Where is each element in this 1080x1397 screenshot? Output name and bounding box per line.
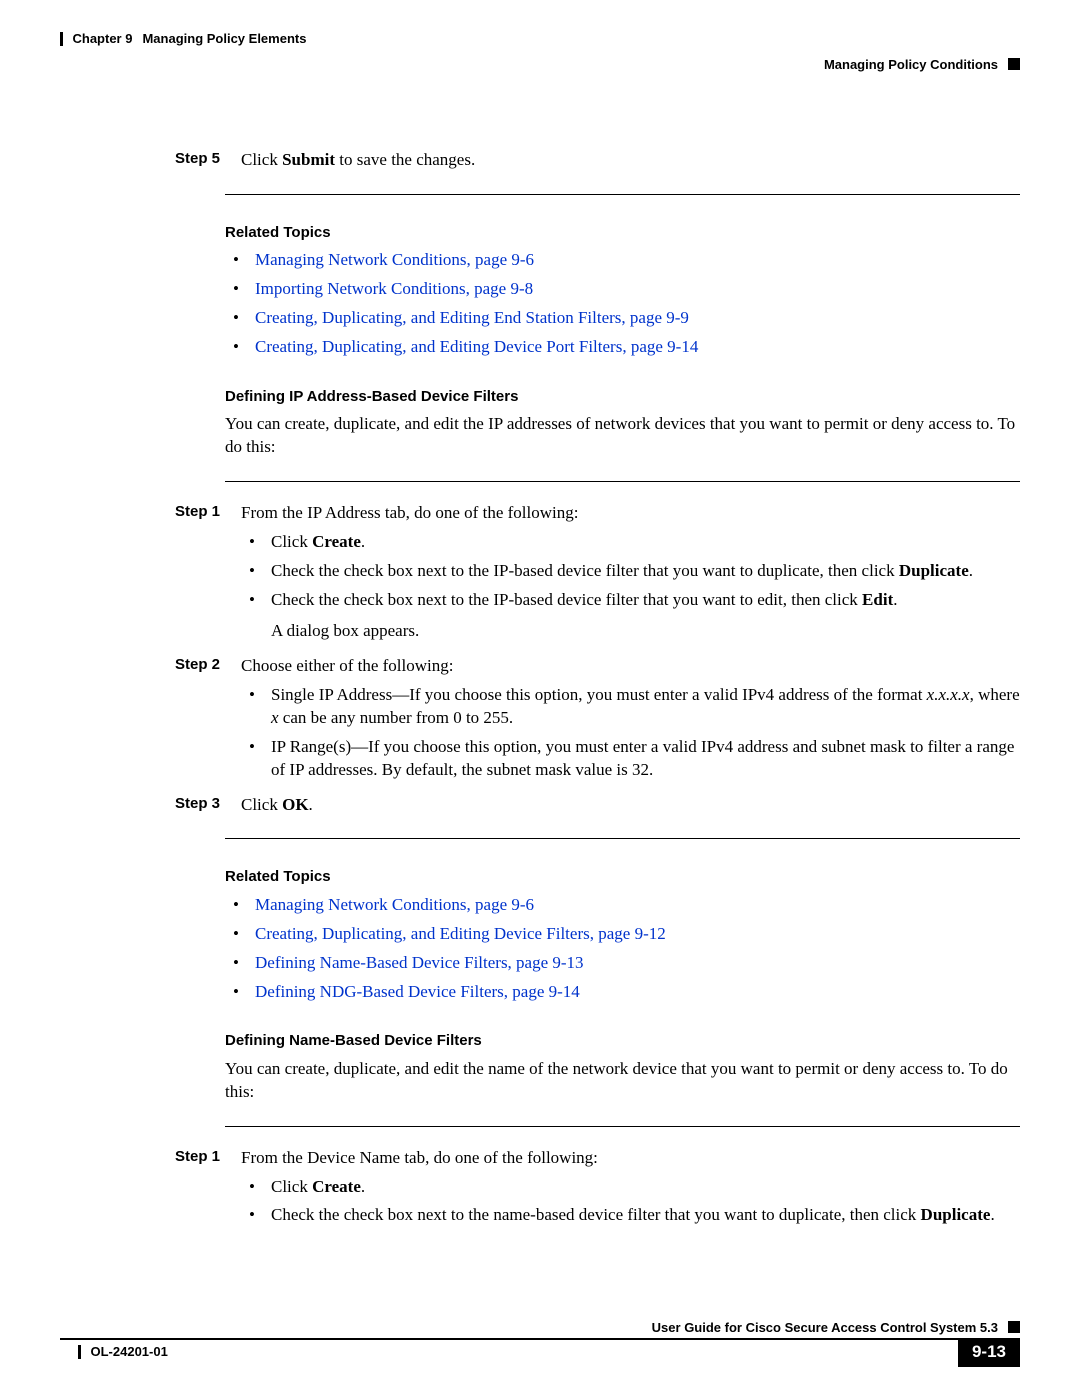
list-item: Check the check box next to the name-bas… <box>241 1204 1020 1227</box>
header-bar-icon <box>60 32 63 46</box>
divider <box>225 481 1020 482</box>
related-topics-heading-1: Related Topics <box>225 223 1020 243</box>
list-item: Click Create. <box>241 531 1020 554</box>
header-box-icon <box>1008 58 1020 70</box>
section-title: Managing Policy Conditions <box>824 56 998 74</box>
link-ndg-based-filters[interactable]: Defining NDG-Based Device Filters, page … <box>255 982 580 1001</box>
ip-step2-label: Step 2 <box>175 655 225 788</box>
related-topics-heading-2: Related Topics <box>225 867 1020 887</box>
list-item: Check the check box next to the IP-based… <box>241 589 1020 643</box>
ip-section-heading: Defining IP Address-Based Device Filters <box>225 387 1020 407</box>
page-number: 9-13 <box>958 1338 1020 1367</box>
ip-section-intro: You can create, duplicate, and edit the … <box>225 413 1020 459</box>
name-step1-label: Step 1 <box>175 1147 225 1234</box>
divider <box>225 838 1020 839</box>
ip-step1-text: From the IP Address tab, do one of the f… <box>241 502 1020 525</box>
list-item: Single IP Address—If you choose this opt… <box>241 684 1020 730</box>
chapter-title: Managing Policy Elements <box>142 30 306 48</box>
link-managing-network-cond-2[interactable]: Managing Network Conditions, page 9-6 <box>255 895 534 914</box>
step-5-label: Step 5 <box>175 149 225 172</box>
link-importing-network-cond[interactable]: Importing Network Conditions, page 9-8 <box>255 279 533 298</box>
link-managing-network-cond[interactable]: Managing Network Conditions, page 9-6 <box>255 250 534 269</box>
list-item: Click Create. <box>241 1176 1020 1199</box>
name-section-heading: Defining Name-Based Device Filters <box>225 1031 1020 1051</box>
footer-doc-id: OL-24201-01 <box>91 1343 168 1361</box>
footer-guide-title: User Guide for Cisco Secure Access Contr… <box>652 1319 998 1337</box>
divider <box>225 194 1020 195</box>
header-right: Managing Policy Conditions <box>60 56 1020 74</box>
name-section-intro: You can create, duplicate, and edit the … <box>225 1058 1020 1104</box>
ip-step1-label: Step 1 <box>175 502 225 649</box>
ip-step3-body: Click OK. <box>241 794 1020 817</box>
footer-bar-icon <box>78 1345 81 1359</box>
list-item: IP Range(s)—If you choose this option, y… <box>241 736 1020 782</box>
name-step1-text: From the Device Name tab, do one of the … <box>241 1147 1020 1170</box>
divider <box>225 1126 1020 1127</box>
ip-step2-text: Choose either of the following: <box>241 655 1020 678</box>
link-device-port-filters[interactable]: Creating, Duplicating, and Editing Devic… <box>255 337 698 356</box>
link-name-based-filters[interactable]: Defining Name-Based Device Filters, page… <box>255 953 584 972</box>
page-footer: User Guide for Cisco Secure Access Contr… <box>60 1319 1020 1367</box>
link-end-station-filters[interactable]: Creating, Duplicating, and Editing End S… <box>255 308 689 327</box>
footer-box-icon <box>1008 1321 1020 1333</box>
chapter-label: Chapter 9 <box>73 30 133 48</box>
step-5-body: Click Submit to save the changes. <box>241 149 1020 172</box>
link-device-filters[interactable]: Creating, Duplicating, and Editing Devic… <box>255 924 666 943</box>
header-left: Chapter 9 Managing Policy Elements <box>60 30 1020 48</box>
ip-step3-label: Step 3 <box>175 794 225 817</box>
list-item: Check the check box next to the IP-based… <box>241 560 1020 583</box>
